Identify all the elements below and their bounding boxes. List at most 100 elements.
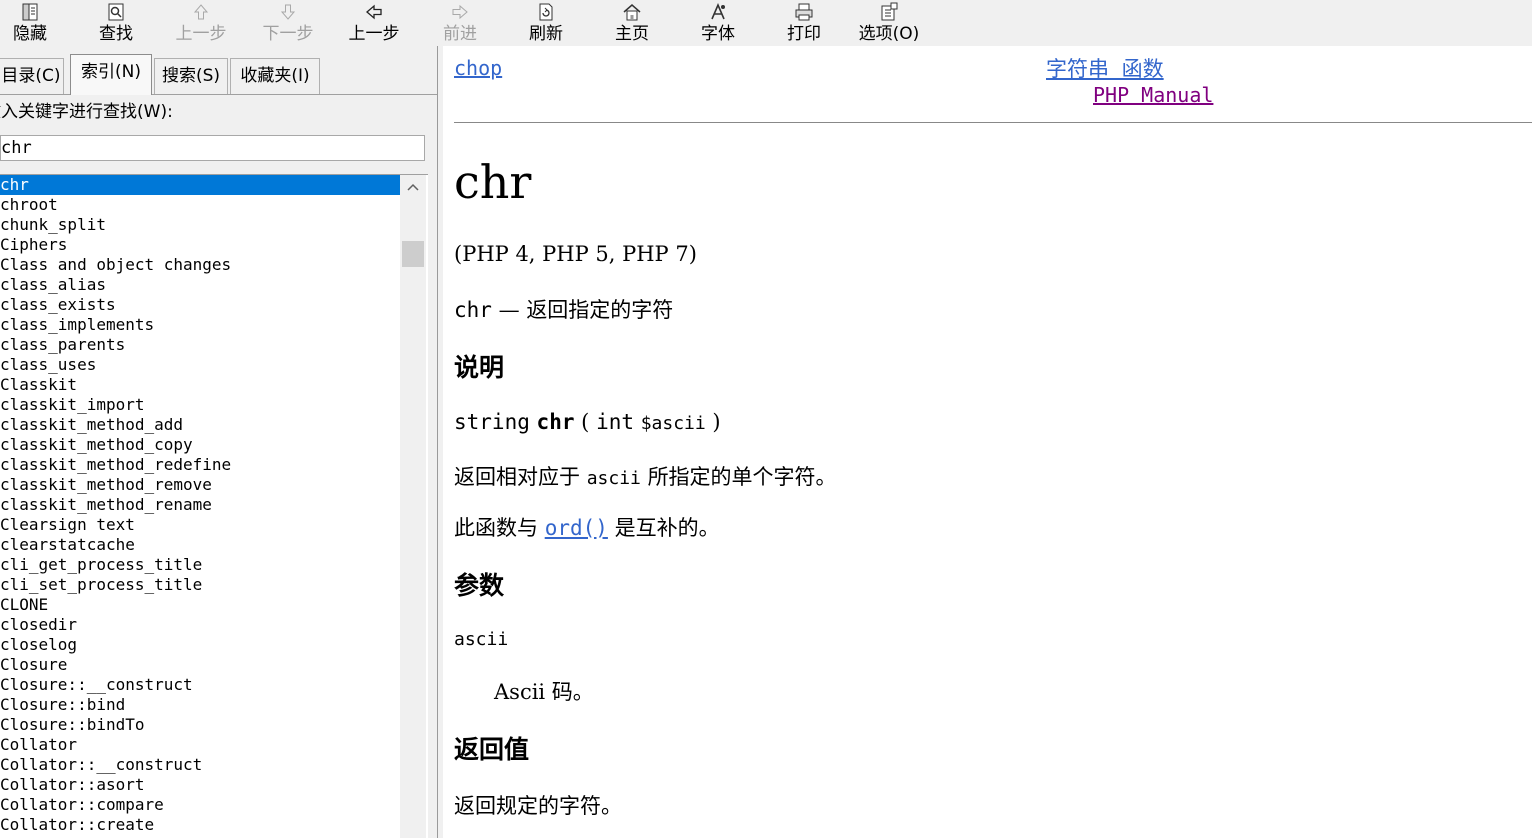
index-list-item[interactable]: classkit_method_redefine <box>0 455 400 475</box>
index-list-item[interactable]: Closure <box>0 655 400 675</box>
index-list-item[interactable]: class_uses <box>0 355 400 375</box>
tab-contents-label: 目录(C) <box>1 66 61 86</box>
sig-name: chr <box>536 410 575 434</box>
up-topic-link[interactable]: 字符串 函数 <box>1046 53 1164 83</box>
arrow-down-icon <box>280 4 296 20</box>
index-list[interactable]: chr chroot chunk_split Ciphers Class and obj… <box>0 174 428 838</box>
refpurpose: 返回指定的字符 <box>526 298 674 322</box>
arrow-up-icon <box>193 4 209 20</box>
back-label: 上一步 <box>348 24 400 44</box>
param-name: ascii <box>454 629 509 650</box>
options-button[interactable]: 选项(O) <box>855 0 923 46</box>
tab-search-label: 搜索(S) <box>161 66 221 86</box>
prev-button[interactable]: 上一步 <box>170 0 232 46</box>
refresh-icon <box>539 3 553 21</box>
index-list-item[interactable]: Collator::create <box>0 815 400 835</box>
keyword-search-input[interactable] <box>0 135 425 161</box>
index-list-item[interactable]: classkit_method_remove <box>0 475 400 495</box>
index-list-item[interactable]: Collator::compare <box>0 795 400 815</box>
sig-type: string <box>454 410 530 434</box>
section-description-heading: 说明 <box>454 353 505 382</box>
find-button[interactable]: 查找 <box>92 0 140 46</box>
home-button[interactable]: 主页 <box>608 0 656 46</box>
compl-after: 是互补的。 <box>614 516 720 540</box>
section-parameters-heading: 参数 <box>454 571 505 600</box>
scroll-up-icon[interactable] <box>400 175 426 201</box>
index-list-item[interactable]: closedir <box>0 615 400 635</box>
forward-label: 前进 <box>443 24 477 44</box>
hide-pane-icon <box>22 3 38 21</box>
index-list-item[interactable]: classkit_method_add <box>0 415 400 435</box>
print-button[interactable]: 打印 <box>780 0 828 46</box>
dash: — <box>498 298 520 322</box>
index-list-item[interactable]: Ciphers <box>0 235 400 255</box>
index-list-item[interactable]: class_parents <box>0 335 400 355</box>
index-list-item[interactable]: Collator::__construct <box>0 755 400 775</box>
index-list-item[interactable]: Class and object changes <box>0 255 400 275</box>
arrow-left-icon <box>366 4 382 20</box>
index-list-item[interactable]: classkit_method_rename <box>0 495 400 515</box>
tab-index[interactable]: 索引(N) <box>70 54 152 95</box>
options-label: 选项(O) <box>858 24 920 44</box>
navigation-pane: 目录(C) 索引(N) 搜索(S) 收藏夹(I) 键入关键字进行查找(W): c… <box>0 46 437 838</box>
next-button[interactable]: 下一步 <box>257 0 319 46</box>
scrollbar-thumb[interactable] <box>402 241 424 267</box>
index-list-item[interactable]: Clearsign text <box>0 515 400 535</box>
options-icon <box>881 2 898 21</box>
index-list-item[interactable]: class_alias <box>0 275 400 295</box>
return-description: 返回规定的字符。 <box>454 794 622 818</box>
hide-label: 隐藏 <box>13 24 47 44</box>
ord-link[interactable]: ord() <box>545 516 608 540</box>
back-button[interactable]: 上一步 <box>343 0 405 46</box>
vertical-scrollbar[interactable] <box>400 175 426 838</box>
index-list-item[interactable]: chr <box>0 175 400 195</box>
section-return-heading: 返回值 <box>454 735 530 764</box>
sig-param-type: int <box>596 410 634 434</box>
index-list-item[interactable]: Collator::asort <box>0 775 400 795</box>
complement-text: 此函数与 ord() 是互补的。 <box>454 512 720 542</box>
topic-content: chop 字符串 函数 PHP Manual chr (PHP 4, PHP 5… <box>443 46 1532 838</box>
tab-contents[interactable]: 目录(C) <box>0 58 64 94</box>
printer-icon <box>795 3 813 21</box>
param-description: Ascii 码。 <box>494 680 594 704</box>
index-list-item[interactable]: Closure::__construct <box>0 675 400 695</box>
index-list-item[interactable]: class_exists <box>0 295 400 315</box>
sig-param-name: $ascii <box>640 413 706 434</box>
index-list-item[interactable]: closelog <box>0 635 400 655</box>
find-icon <box>108 3 124 21</box>
index-list-items: chr chroot chunk_split Ciphers Class and obj… <box>0 175 400 835</box>
home-manual-link[interactable]: PHP Manual <box>1093 83 1213 107</box>
header-divider <box>454 122 1532 123</box>
index-list-item[interactable]: chunk_split <box>0 215 400 235</box>
index-list-item[interactable]: cli_get_process_title <box>0 555 400 575</box>
index-list-item[interactable]: Collator <box>0 735 400 755</box>
index-list-item[interactable]: clearstatcache <box>0 535 400 555</box>
print-label: 打印 <box>787 24 821 44</box>
method-signature: string chr ( int $ascii ) <box>454 410 721 434</box>
font-icon <box>711 2 725 20</box>
index-list-item[interactable]: chroot <box>0 195 400 215</box>
index-list-item[interactable]: cli_set_process_title <box>0 575 400 595</box>
index-list-item[interactable]: Closure::bindTo <box>0 715 400 735</box>
refresh-button[interactable]: 刷新 <box>522 0 570 46</box>
tab-search[interactable]: 搜索(S) <box>154 58 228 94</box>
ref-purpose: chr — 返回指定的字符 <box>454 294 673 324</box>
toolbar: 隐藏 查找 上一步 下一步 上一步 前进 刷新 主页 字体 打印 选项(O) <box>0 0 1532 46</box>
hide-button[interactable]: 隐藏 <box>6 0 54 46</box>
index-list-item[interactable]: CLONE <box>0 595 400 615</box>
font-button[interactable]: 字体 <box>694 0 742 46</box>
index-list-item[interactable]: class_implements <box>0 315 400 335</box>
index-list-item[interactable]: Classkit <box>0 375 400 395</box>
desc-code: ascii <box>586 468 641 489</box>
tab-favorites[interactable]: 收藏夹(I) <box>230 58 320 94</box>
keyword-label: 键入关键字进行查找(W): <box>0 102 173 122</box>
index-list-item[interactable]: classkit_import <box>0 395 400 415</box>
refresh-label: 刷新 <box>529 24 563 44</box>
description-text: 返回相对应于 ascii 所指定的单个字符。 <box>454 461 837 491</box>
index-list-item[interactable]: Closure::bind <box>0 695 400 715</box>
index-list-item[interactable]: classkit_method_copy <box>0 435 400 455</box>
font-label: 字体 <box>701 24 735 44</box>
prev-topic-link[interactable]: chop <box>454 56 502 80</box>
sig-close: ) <box>712 410 721 434</box>
forward-button[interactable]: 前进 <box>436 0 484 46</box>
